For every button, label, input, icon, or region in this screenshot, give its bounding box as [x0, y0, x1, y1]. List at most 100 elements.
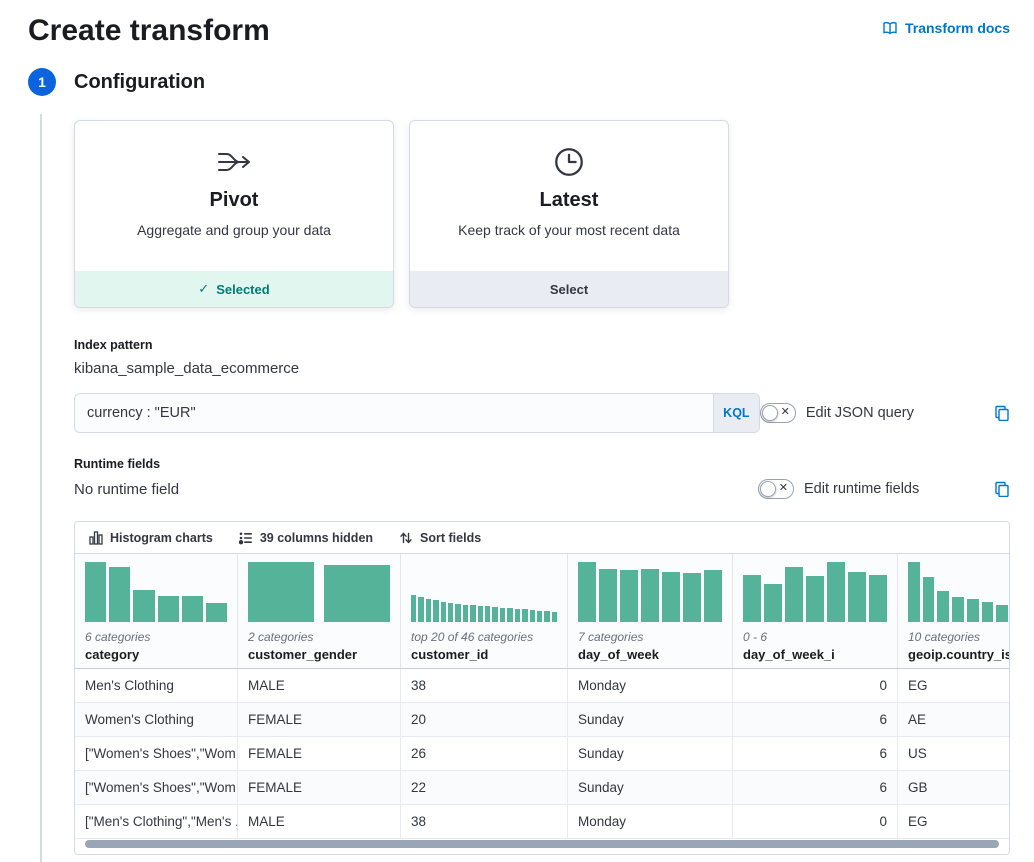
histogram-bar — [743, 575, 761, 622]
latest-card[interactable]: Latest Keep track of your most recent da… — [409, 120, 729, 308]
grid-cell[interactable]: EG — [898, 669, 1010, 702]
grid-cell[interactable]: FEMALE — [238, 737, 401, 770]
histogram-bar — [908, 562, 920, 622]
transform-docs-link[interactable]: Transform docs — [882, 20, 1010, 36]
column-header-geoip.country_iso_code[interactable]: 10 categoriesgeoip.country_iso_code — [898, 554, 1010, 668]
pivot-selected-footer[interactable]: ✓ Selected — [75, 271, 393, 307]
grid-cell[interactable]: AE — [898, 703, 1010, 736]
toggle-off-x-icon: ✕ — [781, 407, 790, 418]
grid-cell[interactable]: Women's Clothing — [75, 703, 238, 736]
histogram-bar — [599, 569, 617, 622]
grid-cell[interactable]: GB — [898, 771, 1010, 804]
grid-cell[interactable]: 6 — [733, 737, 898, 770]
grid-cell[interactable]: FEMALE — [238, 771, 401, 804]
grid-cell[interactable]: 0 — [733, 805, 898, 838]
histogram-bar — [248, 562, 314, 622]
histogram-charts-label: Histogram charts — [110, 531, 213, 545]
horizontal-scrollbar[interactable] — [75, 839, 1009, 854]
grid-toolbar: Histogram charts 39 columns hidden — [75, 522, 1009, 554]
grid-cell[interactable]: Sunday — [568, 771, 733, 804]
grid-cell[interactable]: MALE — [238, 805, 401, 838]
column-header-day_of_week[interactable]: 7 categoriesday_of_week — [568, 554, 733, 668]
grid-cell[interactable]: 6 — [733, 771, 898, 804]
column-header-customer_id[interactable]: top 20 of 46 categoriescustomer_id — [401, 554, 568, 668]
histogram-bar — [433, 600, 438, 622]
grid-cell[interactable]: 6 — [733, 703, 898, 736]
search-query-input[interactable]: currency : "EUR" KQL — [74, 393, 760, 433]
table-row: ["Women's Shoes","Wom...FEMALE26Sunday6U… — [75, 737, 1010, 771]
column-name: day_of_week — [578, 647, 722, 662]
latest-select-footer[interactable]: Select — [410, 271, 728, 307]
histogram-bar — [492, 607, 497, 622]
histogram-bar — [641, 569, 659, 622]
column-meta: 2 categories — [248, 630, 390, 644]
grid-cell[interactable]: US — [898, 737, 1010, 770]
grid-cell[interactable]: MALE — [238, 669, 401, 702]
step-title: Configuration — [74, 71, 205, 94]
scrollbar-thumb[interactable] — [85, 840, 999, 848]
histogram-bar — [324, 565, 390, 622]
documentation-icon — [882, 20, 898, 36]
histogram-customer_gender — [248, 562, 390, 622]
query-bar-row: currency : "EUR" KQL ✕ Edit JSON query — [74, 393, 1010, 433]
histogram-bar — [764, 584, 782, 622]
histogram-bar — [500, 608, 505, 622]
column-header-category[interactable]: 6 categoriescategory — [75, 554, 238, 668]
grid-cell[interactable]: 0 — [733, 669, 898, 702]
edit-runtime-fields-label: Edit runtime fields — [804, 481, 919, 497]
grid-cell[interactable]: Monday — [568, 805, 733, 838]
edit-runtime-fields-toggle[interactable]: ✕ — [758, 479, 794, 499]
copy-to-clipboard-icon[interactable] — [994, 481, 1010, 497]
column-meta: 0 - 6 — [743, 630, 887, 644]
grid-cell[interactable]: ["Men's Clothing","Men's ... — [75, 805, 238, 838]
create-transform-page: Create transform Transform docs 1 Config… — [0, 0, 1034, 855]
columns-hidden-button[interactable]: 39 columns hidden — [239, 531, 373, 545]
histogram-bar — [463, 605, 468, 622]
column-meta: 10 categories — [908, 630, 1010, 644]
histogram-bar — [206, 603, 227, 622]
histogram-day_of_week_i — [743, 562, 887, 622]
grid-cell[interactable]: 26 — [401, 737, 568, 770]
bar-chart-icon — [89, 531, 103, 545]
grid-cell[interactable]: 22 — [401, 771, 568, 804]
step-number-badge: 1 — [28, 68, 56, 96]
transform-type-cards: Pivot Aggregate and group your data ✓ Se… — [74, 120, 1010, 308]
grid-cell[interactable]: ["Women's Shoes","Wom... — [75, 771, 238, 804]
histogram-bar — [133, 590, 154, 622]
grid-cell[interactable]: EG — [898, 805, 1010, 838]
grid-cell[interactable]: Sunday — [568, 737, 733, 770]
histogram-bar — [158, 596, 179, 622]
kql-language-button[interactable]: KQL — [713, 394, 759, 432]
grid-cell[interactable]: ["Women's Shoes","Wom... — [75, 737, 238, 770]
grid-cell[interactable]: 20 — [401, 703, 568, 736]
column-header-day_of_week_i[interactable]: 0 - 6day_of_week_i — [733, 554, 898, 668]
histogram-charts-button[interactable]: Histogram charts — [89, 531, 213, 545]
grid-cell[interactable]: 38 — [401, 669, 568, 702]
grid-cell[interactable]: Sunday — [568, 703, 733, 736]
column-header-customer_gender[interactable]: 2 categoriescustomer_gender — [238, 554, 401, 668]
index-pattern-value: kibana_sample_data_ecommerce — [74, 360, 1010, 377]
latest-card-description: Keep track of your most recent data — [458, 222, 680, 238]
copy-to-clipboard-icon[interactable] — [994, 405, 1010, 421]
histogram-geoip.country_iso_code — [908, 562, 1010, 622]
grid-cell[interactable]: Men's Clothing — [75, 669, 238, 702]
grid-header-row: 6 categoriescategory2 categoriescustomer… — [75, 554, 1010, 669]
histogram-bar — [441, 602, 446, 622]
edit-json-query-toggle[interactable]: ✕ — [760, 403, 796, 423]
histogram-day_of_week — [578, 562, 722, 622]
pivot-card[interactable]: Pivot Aggregate and group your data ✓ Se… — [74, 120, 394, 308]
histogram-bar — [662, 572, 680, 622]
grid-cell[interactable]: FEMALE — [238, 703, 401, 736]
query-text[interactable]: currency : "EUR" — [75, 405, 713, 421]
histogram-bar — [478, 606, 483, 622]
histogram-bar — [515, 609, 520, 622]
sort-arrows-icon — [399, 531, 413, 545]
histogram-bar — [785, 567, 803, 622]
grid-cell[interactable]: 38 — [401, 805, 568, 838]
sort-fields-button[interactable]: Sort fields — [399, 531, 481, 545]
histogram-bar — [869, 575, 887, 622]
histogram-bar — [827, 562, 845, 622]
grid-cell[interactable]: Monday — [568, 669, 733, 702]
index-pattern-label: Index pattern — [74, 338, 1010, 352]
pivot-footer-label: Selected — [216, 282, 269, 297]
